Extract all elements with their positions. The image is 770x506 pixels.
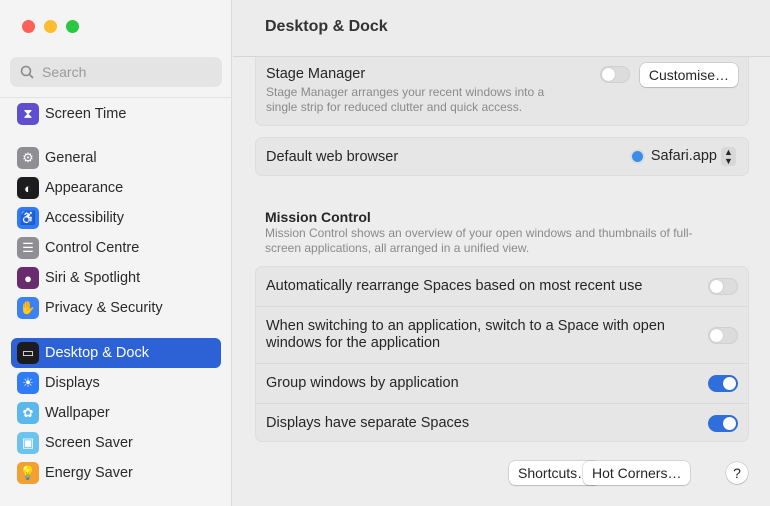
zoom-button[interactable] [66,20,79,33]
option-row: Automatically rearrange Spaces based on … [256,267,748,306]
mission-control-card: Automatically rearrange Spaces based on … [255,266,749,442]
help-button[interactable]: ? [726,462,748,484]
flower-icon: ✿ [17,402,39,424]
search-icon [20,65,34,79]
sidebar-item-general[interactable]: ⚙ General [11,143,221,173]
default-browser-label: Default web browser [266,149,399,165]
mission-control-description-2: screen applications, all arranged in a u… [265,241,530,255]
separate-spaces-toggle[interactable] [708,414,738,432]
stage-manager-toggle[interactable] [600,66,630,83]
window-controls [22,20,79,33]
sidebar-item-label: Siri & Spotlight [45,270,141,286]
sidebar-item-appearance[interactable]: ◐ Appearance [11,173,221,203]
customise-button[interactable]: Customise… [639,63,738,87]
option-label: Displays have separate Spaces [266,414,470,431]
gear-icon: ⚙ [17,147,39,169]
option-label: Automatically rearrange Spaces based on … [266,278,643,294]
sidebar-item-label: Control Centre [45,240,140,256]
sidebar-item-displays[interactable]: ☀ Displays [11,368,221,398]
sidebar-item-wallpaper[interactable]: ✿ Wallpaper [11,398,221,428]
sidebar-item-label: Displays [45,375,100,391]
rearrange-spaces-toggle[interactable] [708,278,738,295]
accessibility-icon: ♿ [17,207,39,229]
page-title: Desktop & Dock [265,18,388,35]
stage-manager-description: Stage Manager arranges your recent windo… [266,85,545,99]
default-browser-select[interactable]: Safari.app ▲ ▼ [629,147,736,166]
search-input[interactable]: Search [10,57,222,87]
minimize-button[interactable] [44,20,57,33]
close-button[interactable] [22,20,35,33]
appearance-icon: ◐ [17,177,39,199]
sidebar-item-label: Desktop & Dock [45,345,149,361]
search-placeholder: Search [42,64,87,80]
default-browser-value: Safari.app [650,148,717,164]
chevron-updown-icon: ▲ ▼ [721,147,736,166]
sidebar-item-control-centre[interactable]: ☰ Control Centre [11,233,221,263]
sidebar-item-privacy-security[interactable]: ✋ Privacy & Security [11,293,221,323]
switch-space-toggle[interactable] [708,326,738,344]
sidebar-item-siri-spotlight[interactable]: ● Siri & Spotlight [11,263,221,293]
sidebar-item-screen-time[interactable]: ⧗ Screen Time [11,99,221,129]
sidebar-item-label: Screen Saver [45,435,133,451]
switches-icon: ☰ [17,237,39,259]
hot-corners-button[interactable]: Hot Corners… [583,461,691,485]
sidebar-item-screen-saver[interactable]: ▣ Screen Saver [11,428,221,458]
dock-icon: ▭ [17,342,39,364]
stage-manager-description-2: single strip for reduced clutter and qui… [266,100,523,114]
sidebar-item-label: Privacy & Security [45,300,163,316]
sidebar-item-label: Screen Time [45,106,127,122]
option-label: When switching to an application, switch… [266,318,665,334]
mission-control-heading: Mission Control [265,209,371,225]
option-label: Group windows by application [266,375,459,391]
option-row: Group windows by application [256,363,748,403]
sidebar: Search ⧗ Screen Time ⚙ General ◐ Appearance ♿ A… [0,0,232,506]
option-row: Displays have separate Spaces [256,403,748,442]
sidebar-item-label: General [45,150,97,166]
sidebar-item-label: Wallpaper [45,405,110,421]
sun-icon: ☀ [17,372,39,394]
bulb-icon: 💡 [17,462,39,484]
sidebar-item-label: Appearance [45,180,124,196]
safari-icon [629,149,645,164]
hand-icon: ✋ [17,297,39,319]
sidebar-item-desktop-dock[interactable]: ▭ Desktop & Dock [11,338,221,368]
sidebar-item-energy-saver[interactable]: 💡 Energy Saver [11,458,221,488]
default-browser-card: Default web browser Safari.app ▲ ▼ [255,137,749,176]
group-windows-toggle[interactable] [708,375,738,392]
sidebar-item-accessibility[interactable]: ♿ Accessibility [11,203,221,233]
sidebar-item-label: Accessibility [45,210,124,226]
siri-icon: ● [17,267,39,289]
option-label-2: windows for the application [266,335,441,351]
mission-control-description: Mission Control shows an overview of you… [265,226,693,240]
hourglass-icon: ⧗ [17,103,39,125]
stage-manager-label: Stage Manager [266,66,366,82]
sidebar-item-label: Energy Saver [45,465,133,481]
screensaver-icon: ▣ [17,432,39,454]
main-pane: Desktop & Dock Stage Manager Stage Manag… [233,0,770,506]
divider [0,97,232,98]
header: Desktop & Dock [233,0,770,57]
stage-manager-card: Stage Manager Stage Manager arranges you… [255,57,749,126]
option-row: When switching to an application, switch… [256,306,748,363]
